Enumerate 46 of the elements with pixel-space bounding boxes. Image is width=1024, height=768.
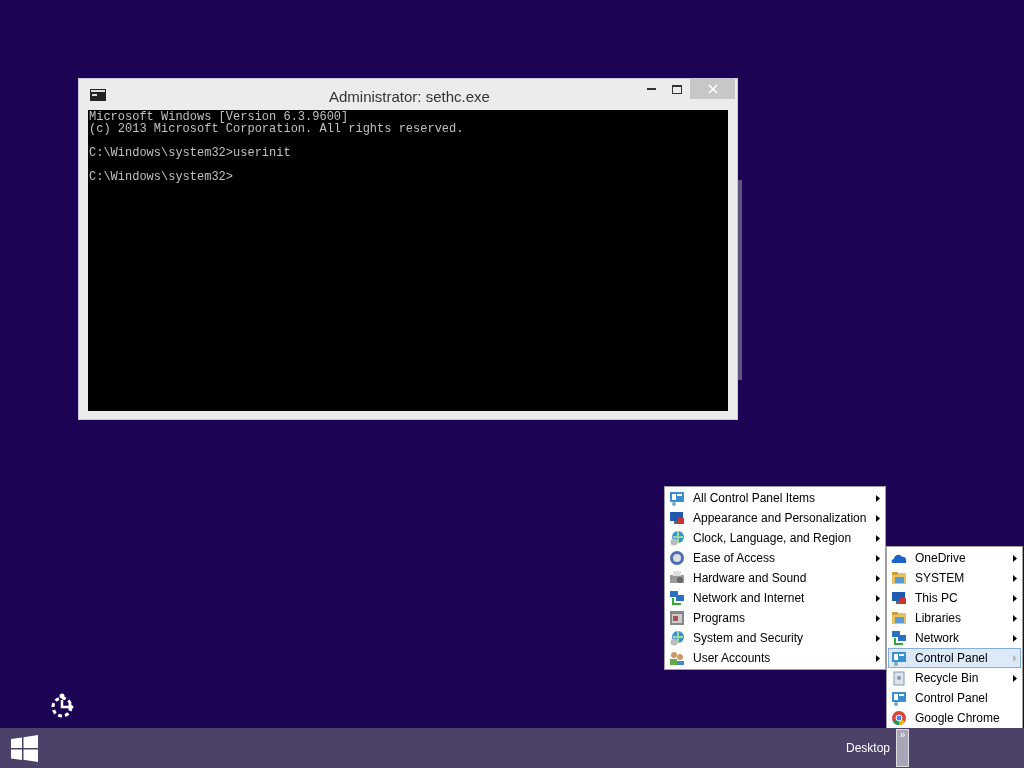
panel-icon [891, 690, 907, 706]
menu-item[interactable]: Control Panel [888, 648, 1021, 668]
menu-item[interactable]: Google Chrome [888, 708, 1021, 728]
monitor-icon [669, 510, 685, 526]
menu-item[interactable]: SYSTEM [888, 568, 1021, 588]
console-line: C:\Windows\system32> [89, 169, 234, 183]
menu-item[interactable]: Appearance and Personalization [666, 508, 884, 528]
menu-item[interactable]: OneDrive [888, 548, 1021, 568]
monitor-icon [891, 590, 907, 606]
menu-item[interactable]: Libraries [888, 608, 1021, 628]
window-title: Administrator: sethc.exe [329, 87, 490, 107]
menu-item[interactable]: Programs [666, 608, 884, 628]
menu-item[interactable]: Network [888, 628, 1021, 648]
console-line: (c) 2013 Microsoft Corporation. All rights reserved. [89, 123, 464, 135]
menu-item[interactable]: Control Panel [888, 688, 1021, 708]
menu-item[interactable]: Recycle Bin [888, 668, 1021, 688]
menu-item[interactable]: Hardware and Sound [666, 568, 884, 588]
globe-icon [669, 530, 685, 546]
panel-icon [669, 490, 685, 506]
console-icon [90, 88, 106, 101]
bin-icon [891, 670, 907, 686]
chrome-icon [891, 710, 907, 726]
menu-item[interactable]: User Accounts [666, 648, 884, 668]
folder-icon [891, 610, 907, 626]
circle-icon [669, 550, 685, 566]
programs-icon [669, 610, 685, 626]
printer-icon [669, 570, 685, 586]
menu-item[interactable]: This PC [888, 588, 1021, 608]
close-icon [707, 84, 718, 94]
menu-item[interactable]: System and Security [666, 628, 884, 648]
folder-icon [891, 570, 907, 586]
menu-item[interactable]: Ease of Access [666, 548, 884, 568]
menu-item[interactable]: All Control Panel Items [666, 488, 884, 508]
console-line: C:\Windows\system32>userinit [89, 145, 291, 159]
globe-icon [669, 630, 685, 646]
network-icon [891, 630, 907, 646]
panel-icon [891, 650, 907, 666]
menu-item[interactable]: Network and Internet [666, 588, 884, 608]
console-line: Microsoft Windows [Version 6.3.9600] [89, 111, 349, 123]
menu-item[interactable]: Clock, Language, and Region [666, 528, 884, 548]
network-icon [669, 590, 685, 606]
users-icon [669, 650, 685, 666]
start-button[interactable] [11, 734, 38, 762]
minimize-icon [646, 88, 656, 90]
maximize-icon [672, 84, 682, 94]
toolbar-label: Desktop [845, 740, 890, 757]
